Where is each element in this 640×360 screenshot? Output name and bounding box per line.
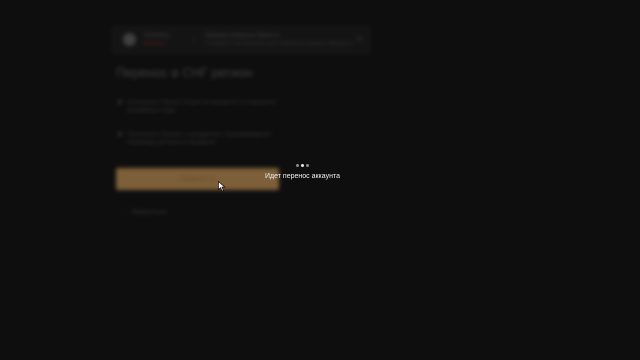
screen: Steamkey магазин › Перенос аккаунта Stea… bbox=[0, 0, 640, 360]
loading-overlay: Идет перенос аккаунта bbox=[0, 0, 640, 360]
loading-dots-icon bbox=[296, 164, 309, 168]
cursor-icon bbox=[218, 181, 226, 192]
loading-text: Идет перенос аккаунта bbox=[265, 173, 340, 180]
